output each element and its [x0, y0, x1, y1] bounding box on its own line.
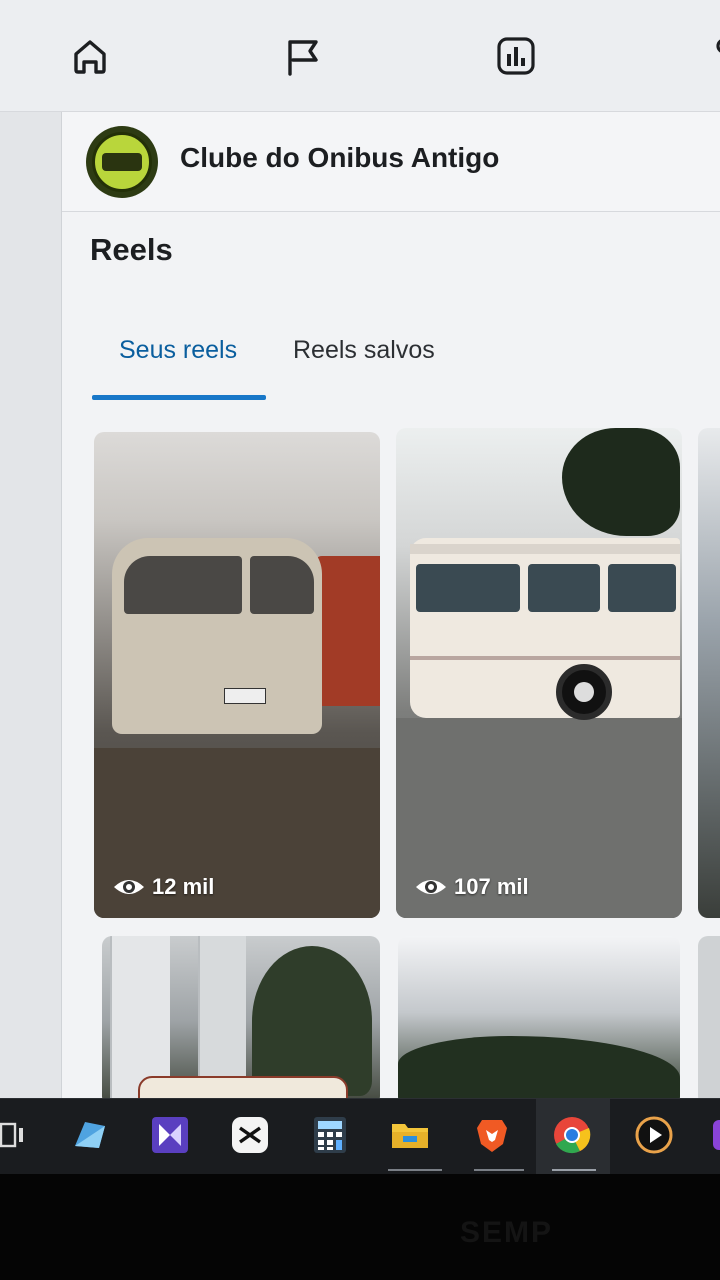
app-icon[interactable] [710, 1113, 720, 1157]
reel-card[interactable] [102, 936, 380, 1098]
view-count: 12 mil [112, 874, 214, 900]
reel-card[interactable] [698, 936, 720, 1098]
brave-icon[interactable] [470, 1113, 514, 1157]
view-count-text: 107 mil [454, 874, 529, 899]
calculator-icon[interactable] [308, 1113, 352, 1157]
reel-thumbnail [410, 538, 680, 720]
capcut-icon[interactable] [228, 1113, 272, 1157]
view-count-text: 12 mil [152, 874, 215, 899]
reel-card[interactable] [398, 936, 680, 1098]
eye-icon [114, 880, 144, 894]
file-explorer-icon[interactable] [388, 1113, 432, 1157]
reels-tabs: Seus reels Reels salvos [92, 328, 692, 404]
monitor-bezel: SEMP [0, 1174, 720, 1280]
bus-logo-icon [92, 132, 152, 192]
video-editor-icon[interactable] [148, 1113, 192, 1157]
tab-reels-salvos[interactable]: Reels salvos [293, 336, 435, 365]
insights-icon[interactable] [492, 32, 540, 80]
page-header[interactable]: Clube do Onibus Antigo [62, 112, 720, 212]
active-tab-indicator [92, 395, 266, 400]
reel-card[interactable]: 12 mil [94, 432, 380, 918]
taskbar [0, 1098, 720, 1175]
browser-screen: Clube do Onibus Antigo Reels Seus reels … [0, 0, 720, 1098]
left-sidebar [0, 112, 62, 1098]
media-player-icon[interactable] [632, 1113, 676, 1157]
reel-thumbnail [112, 538, 322, 734]
reel-card[interactable]: 107 mil [396, 428, 682, 918]
avatar[interactable] [86, 126, 158, 198]
flag-icon[interactable] [278, 32, 326, 80]
chrome-icon[interactable] [550, 1113, 594, 1157]
task-view-icon[interactable] [0, 1113, 36, 1157]
home-icon[interactable] [66, 32, 114, 80]
view-count: 107 mil [414, 874, 529, 900]
tab-seus-reels[interactable]: Seus reels [119, 336, 237, 365]
reel-card[interactable] [698, 428, 720, 918]
page-name[interactable]: Clube do Onibus Antigo [180, 142, 499, 174]
more-icon[interactable] [700, 32, 720, 80]
top-navigation [0, 0, 720, 112]
eye-icon [416, 880, 446, 894]
monitor-brand-logo: SEMP [460, 1216, 554, 1249]
reels-title: Reels [90, 232, 173, 267]
mail-icon[interactable] [68, 1113, 112, 1157]
